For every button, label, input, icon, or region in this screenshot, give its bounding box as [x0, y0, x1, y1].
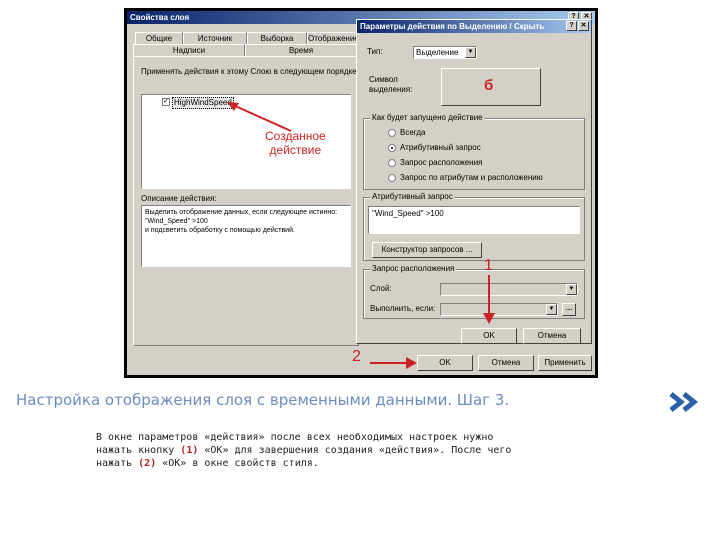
radio-attr-location-query-label[interactable]: Запрос по атрибутам и расположению	[400, 173, 543, 183]
inner-titlebar: Параметры действия по Выделению / Скрыть	[357, 20, 591, 33]
description-line-1: В окне параметров «действия» после всех …	[96, 432, 494, 443]
outer-dialog-title: Свойства слоя	[130, 13, 190, 22]
symbol-label: Символ выделения:	[369, 75, 413, 94]
attr-query-text: "Wind_Speed" >100	[372, 209, 444, 218]
radio-location-query-label[interactable]: Запрос расположения	[400, 158, 482, 168]
apply-order-label: Применять действия к этому Слою в следую…	[141, 67, 357, 76]
when-group-title: Как будет запущено действие	[370, 113, 485, 123]
inner-dialog-title: Параметры действия по Выделению / Скрыть	[360, 22, 545, 31]
symbol-preview-box[interactable]: б	[441, 68, 541, 106]
description-label: Описание действия:	[141, 194, 217, 203]
description-text: Выделить отображение данных, если следую…	[145, 209, 338, 234]
type-combo[interactable]: Выделение ▼	[413, 46, 477, 59]
annotation-arrow-created	[227, 102, 292, 132]
step2-ref: (2)	[138, 458, 157, 469]
step1-annotation: 1	[484, 257, 493, 274]
inner-ok-button[interactable]: OK	[461, 328, 517, 344]
execute-if-options-button[interactable]: …	[562, 303, 576, 316]
query-builder-button[interactable]: Конструктор запросов ...	[372, 242, 482, 258]
radio-attr-location-query[interactable]	[388, 174, 396, 182]
inner-help-button[interactable]: ?	[566, 21, 577, 31]
attr-query-group: Атрибутивный запрос "Wind_Speed" >100 Ко…	[363, 192, 585, 261]
tab-selection[interactable]: Выборка	[247, 32, 307, 44]
radio-location-query[interactable]	[388, 159, 396, 167]
annotation-arrow-step1	[483, 275, 495, 324]
execute-if-combo[interactable]: ▼	[440, 303, 558, 316]
execute-if-label: Выполнить, если:	[370, 304, 436, 313]
description-line-2: нажать кнопку (1) «ОК» для завершения со…	[96, 445, 512, 456]
slide-caption: Настройка отображения слоя с временными …	[16, 391, 510, 409]
tab-display[interactable]: Отображение	[307, 32, 359, 44]
outer-cancel-button[interactable]: Отмена	[478, 355, 534, 371]
radio-always-label[interactable]: Всегда	[400, 128, 425, 138]
radio-attribute-query[interactable]	[388, 144, 396, 152]
step1-ref: (1)	[180, 445, 199, 456]
tab-time[interactable]: Время	[245, 44, 357, 56]
when-group: Как будет запущено действие Всегда Атриб…	[363, 113, 585, 190]
inner-cancel-button[interactable]: Отмена	[523, 328, 581, 344]
location-query-group: Запрос расположения Слой: ▼ Выполнить, е…	[363, 264, 585, 319]
chevron-down-icon[interactable]: ▼	[465, 47, 476, 58]
layer-combo[interactable]: ▼	[440, 283, 578, 296]
description-line-3: нажать (2) «ОК» в окне свойств стиля.	[96, 458, 319, 469]
tab-labels[interactable]: Надписи	[133, 44, 245, 56]
tab-general[interactable]: Общие	[135, 32, 183, 44]
attr-query-group-title: Атрибутивный запрос	[370, 192, 455, 202]
layer-label: Слой:	[370, 284, 392, 293]
tab-source[interactable]: Источник	[183, 32, 247, 44]
screenshot: Свойства слоя ? ✕ Общие Источник Выборка…	[127, 11, 595, 375]
action-checkbox[interactable]: ✓	[162, 98, 170, 106]
double-chevron-icon	[669, 392, 699, 412]
inner-dialog: Параметры действия по Выделению / Скрыть…	[356, 19, 592, 344]
symbol-preview: б	[484, 77, 494, 94]
annotation-arrow-step2	[370, 357, 417, 369]
radio-attribute-query-label[interactable]: Атрибутивный запрос	[400, 143, 481, 153]
slide-description: В окне параметров «действия» после всех …	[96, 431, 656, 470]
outer-ok-button[interactable]: OK	[417, 355, 473, 371]
chevron-down-icon[interactable]: ▼	[546, 304, 557, 315]
description-box: Выделить отображение данных, если следую…	[141, 205, 351, 267]
location-query-group-title: Запрос расположения	[370, 264, 457, 274]
radio-always[interactable]	[388, 129, 396, 137]
chevron-down-icon[interactable]: ▼	[566, 284, 577, 295]
attr-query-box[interactable]: "Wind_Speed" >100	[368, 206, 580, 234]
inner-close-button[interactable]: ✕	[578, 21, 589, 31]
type-label: Тип:	[367, 47, 383, 56]
step2-annotation: 2	[352, 348, 361, 365]
outer-apply-button[interactable]: Применить	[538, 355, 592, 371]
